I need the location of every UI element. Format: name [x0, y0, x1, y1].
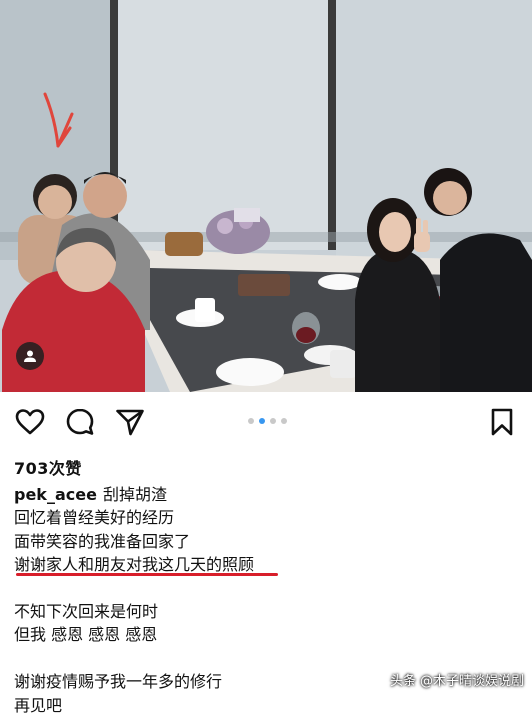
heart-icon[interactable] — [14, 406, 46, 438]
caption-line: 再见吧 — [14, 695, 63, 715]
carousel-dot — [248, 418, 254, 424]
annotation-arrow-icon — [43, 92, 74, 148]
likes-count[interactable]: 703次赞 — [14, 455, 82, 479]
carousel-indicator — [248, 418, 287, 424]
post-photo[interactable] — [0, 0, 532, 392]
caption-text: 刮掉胡渣 — [102, 485, 167, 504]
caption-line: 不知下次回来是何时 — [14, 601, 159, 621]
carousel-dot-active — [259, 418, 265, 424]
carousel-dot — [281, 418, 287, 424]
source-watermark: 头条 @木子晴谈娱说剧 — [390, 670, 524, 689]
user-icon — [24, 350, 36, 362]
caption-line: pek_acee 刮掉胡渣 — [14, 483, 514, 506]
red-highlight-underline — [16, 573, 278, 576]
caption-line: 面带笑容的我准备回家了 — [14, 531, 191, 551]
watermark-source: 头条 — [389, 674, 416, 689]
watermark-author: @木子晴谈娱说剧 — [419, 674, 524, 689]
caption-line: 回忆着曾经美好的经历 — [14, 508, 175, 528]
username-link[interactable]: pek_acee — [14, 485, 97, 504]
caption-line: 但我 感恩 感恩 感恩 — [14, 625, 158, 645]
comment-icon[interactable] — [64, 406, 96, 438]
send-icon[interactable] — [114, 406, 146, 438]
carousel-dot — [270, 418, 276, 424]
tagged-people-button[interactable] — [16, 342, 44, 370]
bookmark-icon[interactable] — [486, 406, 518, 438]
